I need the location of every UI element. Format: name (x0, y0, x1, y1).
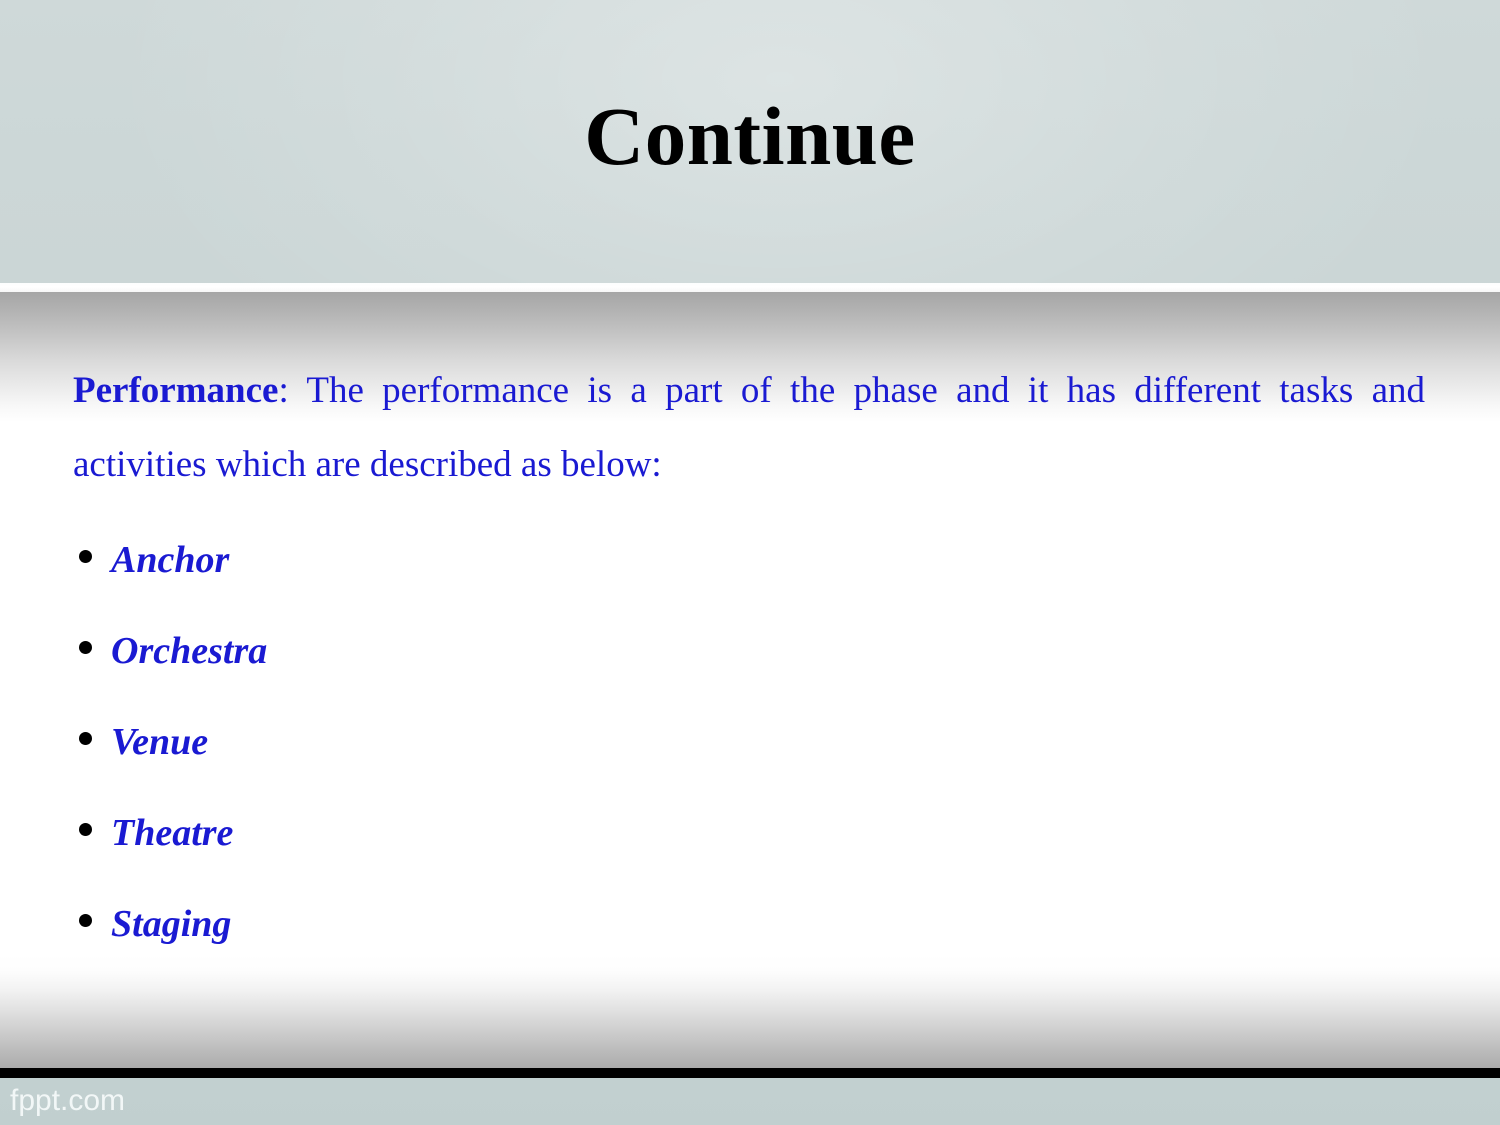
page-title: Continue (584, 90, 916, 182)
bullet-list: Anchor Orchestra Venue Theatre Staging (73, 514, 1373, 969)
footer-divider-bar (0, 1068, 1500, 1078)
footer-watermark: fppt.com (10, 1084, 126, 1117)
list-item-label: Staging (111, 902, 232, 945)
list-item: Anchor (73, 514, 1373, 605)
list-item-label: Venue (111, 720, 209, 763)
list-item: Theatre (73, 787, 1373, 878)
intro-paragraph: Performance: The performance is a part o… (73, 354, 1425, 502)
footer-band (0, 1078, 1500, 1125)
list-item-label: Orchestra (111, 629, 268, 672)
list-item-label: Anchor (111, 538, 230, 581)
bullet-dot-icon (79, 641, 92, 654)
bullet-dot-icon (79, 550, 92, 563)
list-item: Orchestra (73, 605, 1373, 696)
slide-body: Performance: The performance is a part o… (0, 292, 1500, 968)
footer-shadow-gradient (0, 955, 1500, 1068)
bullet-dot-icon (79, 914, 92, 927)
list-item: Venue (73, 696, 1373, 787)
list-item-label: Theatre (111, 811, 234, 854)
bullet-dot-icon (79, 732, 92, 745)
slide: Continue Performance: The performance is… (0, 0, 1500, 1125)
intro-paragraph-lead: Performance (73, 370, 279, 411)
header-highlight-line (0, 283, 1500, 292)
bullet-dot-icon (79, 823, 92, 836)
